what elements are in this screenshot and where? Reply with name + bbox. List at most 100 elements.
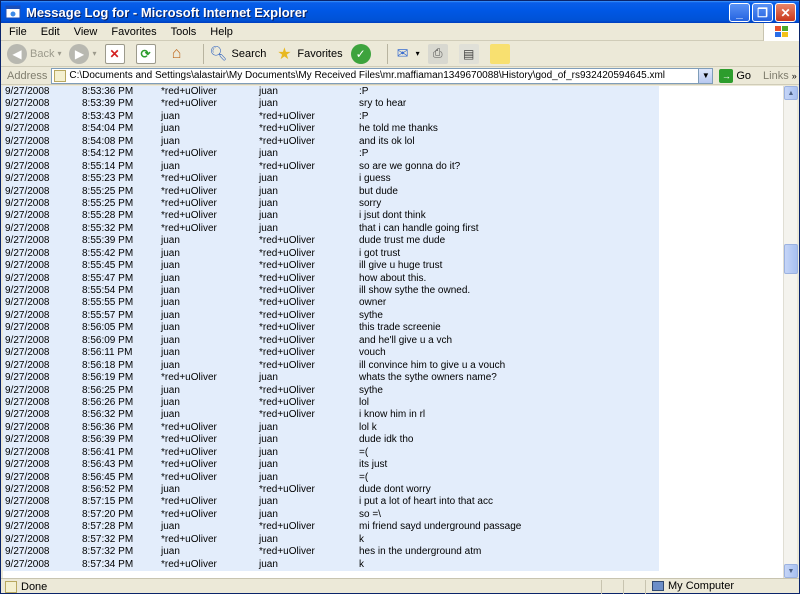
back-arrow-icon: ◀	[7, 43, 27, 64]
address-dropdown-icon[interactable]: ▼	[698, 68, 713, 83]
menu-help[interactable]: Help	[210, 26, 233, 38]
table-row: 9/27/2008 8:55:28 PM *red+uOliver juan i jsu…	[3, 210, 659, 222]
mail-dropdown-icon[interactable]: ▾	[416, 49, 420, 58]
log-to: *red+uOliver	[259, 247, 315, 259]
log-date: 9/27/2008	[5, 359, 50, 371]
log-date: 9/27/2008	[5, 173, 50, 185]
log-to: juan	[259, 496, 278, 508]
status-bar: Done My Computer	[1, 578, 799, 594]
forward-dropdown-icon[interactable]: ▾	[92, 49, 96, 58]
scroll-up-icon[interactable]: ▲	[784, 86, 798, 100]
log-time: 8:55:32 PM	[82, 222, 134, 234]
table-row: 9/27/2008 8:56:36 PM *red+uOliver juan lol k	[3, 422, 659, 434]
back-label: Back	[30, 47, 55, 60]
messenger-button[interactable]	[489, 43, 513, 64]
log-from: *red+uOliver	[161, 508, 217, 520]
mail-button[interactable]: ✉ ▾	[393, 44, 420, 64]
address-input[interactable]: C:\Documents and Settings\alastair\My Do…	[51, 67, 714, 84]
refresh-button[interactable]: ⟳	[135, 43, 159, 64]
log-from: juan	[161, 334, 180, 346]
log-date: 9/27/2008	[5, 558, 50, 570]
log-from: juan	[161, 235, 180, 247]
title-bar[interactable]: Message Log for - Microsoft Internet Exp…	[1, 1, 799, 23]
log-date: 9/27/2008	[5, 396, 50, 408]
media-button[interactable]: ✓	[350, 43, 374, 64]
links-chevron-icon[interactable]: »	[792, 71, 797, 81]
log-from: *red+uOliver	[161, 421, 217, 433]
favorites-button[interactable]: ★ Favorites	[274, 44, 342, 64]
menu-view[interactable]: View	[74, 26, 98, 38]
menu-tools[interactable]: Tools	[171, 26, 197, 38]
menu-bar: File Edit View Favorites Tools Help	[1, 23, 799, 41]
menu-favorites[interactable]: Favorites	[111, 26, 156, 38]
log-from: juan	[161, 359, 180, 371]
back-button[interactable]: ◀ Back ▾	[7, 43, 61, 64]
log-time: 8:55:14 PM	[82, 160, 134, 172]
table-row: 9/27/2008 8:56:43 PM *red+uOliver juan its j…	[3, 459, 659, 471]
log-from: *red+uOliver	[161, 148, 217, 160]
menu-edit[interactable]: Edit	[41, 26, 60, 38]
log-from: juan	[161, 272, 180, 284]
address-bar: Address C:\Documents and Settings\alasta…	[1, 67, 799, 85]
table-row: 9/27/2008 8:57:32 PM juan *red+uOliver hes i…	[3, 546, 659, 558]
log-message: i know him in rl	[359, 409, 426, 421]
log-time: 8:55:54 PM	[82, 285, 134, 296]
log-from: juan	[161, 160, 180, 172]
log-from: juan	[161, 260, 180, 272]
log-date: 9/27/2008	[5, 235, 50, 247]
log-time: 8:55:28 PM	[82, 210, 134, 222]
back-dropdown-icon[interactable]: ▾	[57, 49, 61, 58]
log-time: 8:56:52 PM	[82, 484, 134, 495]
log-message: so are we gonna do it?	[359, 160, 461, 172]
menu-file[interactable]: File	[9, 26, 27, 38]
maximize-button[interactable]: ❐	[752, 3, 773, 22]
edit-button[interactable]: ▤	[458, 43, 482, 64]
log-date: 9/27/2008	[5, 272, 50, 284]
log-message: k	[359, 558, 364, 570]
log-message: :P	[359, 110, 369, 122]
log-date: 9/27/2008	[5, 309, 50, 321]
table-row: 9/27/2008 8:56:09 PM juan *red+uOliver and h…	[3, 335, 659, 347]
search-icon: 🔍︎	[209, 45, 228, 61]
search-button[interactable]: 🔍︎ Search	[209, 44, 267, 64]
log-from: juan	[161, 409, 180, 421]
forward-arrow-icon: ▶	[69, 43, 90, 64]
log-from: juan	[161, 484, 180, 495]
table-row: 9/27/2008 8:55:47 PM juan *red+uOliver how a…	[3, 273, 659, 285]
log-to: *red+uOliver	[259, 110, 315, 122]
log-to: *red+uOliver	[259, 272, 315, 284]
forward-button[interactable]: ▶ ▾	[69, 43, 97, 64]
table-row: 9/27/2008 8:56:41 PM *red+uOliver juan =(	[3, 447, 659, 459]
log-time: 8:55:42 PM	[82, 247, 134, 259]
log-date: 9/27/2008	[5, 210, 50, 222]
log-message: ill give u huge trust	[359, 260, 443, 272]
print-button[interactable]: ⎙	[427, 43, 451, 64]
log-message: dude trust me dude	[359, 235, 446, 247]
close-button[interactable]: ✕	[775, 3, 796, 22]
stop-button[interactable]: ✕	[104, 43, 128, 64]
log-message: ill show sythe the owned.	[359, 285, 471, 296]
log-to: juan	[259, 222, 278, 234]
ie-window: Message Log for - Microsoft Internet Exp…	[0, 0, 800, 594]
links-button[interactable]: Links	[763, 70, 789, 82]
log-to: juan	[259, 185, 278, 197]
toolbar-separator	[386, 43, 388, 64]
log-time: 8:55:25 PM	[82, 197, 134, 209]
log-time: 8:57:34 PM	[82, 558, 134, 570]
home-button[interactable]: ⌂	[167, 44, 190, 64]
go-button[interactable]: → Go	[719, 68, 751, 83]
vertical-scrollbar[interactable]: ▲ ▼	[783, 86, 798, 578]
log-from: *red+uOliver	[161, 496, 217, 508]
log-time: 8:57:32 PM	[82, 533, 134, 545]
log-message: mi friend sayd underground passage	[359, 521, 522, 533]
scroll-thumb[interactable]	[784, 244, 798, 274]
log-to: *red+uOliver	[259, 160, 315, 172]
log-message: sorry	[359, 197, 382, 209]
log-to: *red+uOliver	[259, 347, 315, 359]
scroll-down-icon[interactable]: ▼	[784, 564, 798, 578]
minimize-button[interactable]: _	[729, 3, 750, 22]
log-time: 8:55:55 PM	[82, 297, 134, 309]
zone-text: My Computer	[668, 579, 735, 592]
log-date: 9/27/2008	[5, 496, 50, 508]
log-to: *red+uOliver	[259, 546, 315, 558]
